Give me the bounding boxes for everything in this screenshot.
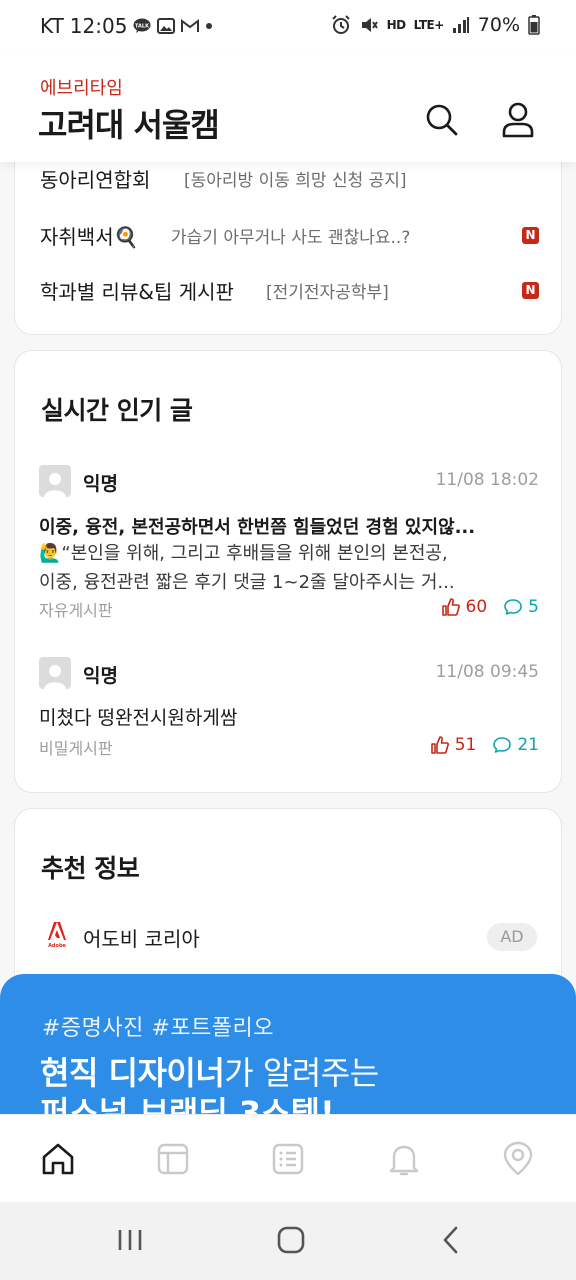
status-bar: KT 12:05 TALK HD LTE+ 70% [0, 0, 576, 56]
post-title: 이중, 융전, 본전공하면서 한번쯤 힘들었던 경험 있지않... [39, 517, 476, 538]
board-row[interactable]: 학과별 리뷰&팁 게시판 [전기전자공학부] N [15, 270, 563, 310]
comment-icon [493, 737, 512, 753]
list-icon[interactable] [268, 1139, 308, 1179]
comment-count: 21 [517, 735, 539, 755]
school-title[interactable]: 고려대 서울캠 [38, 100, 220, 146]
promo-banner[interactable]: #증명사진 #포트폴리오 현직 디자이너가 알려주는 퍼스널 브랜딩 3스텝! [0, 974, 576, 1114]
post-time: 11/08 18:02 [435, 470, 539, 490]
post-time: 11/08 09:45 [435, 662, 539, 682]
banner-subheadline: 퍼스널 브랜딩 3스텝! [40, 1094, 335, 1114]
post-item[interactable]: 익명 11/08 09:45 미쳤다 떵완전시원하게쌈 비밀게시판 51 21 [15, 657, 563, 758]
banner-tags: #증명사진 #포트폴리오 [42, 1016, 275, 1041]
talk-text: TALK [135, 24, 150, 30]
post-title: 미쳤다 떵완전시원하게쌈 [39, 707, 238, 729]
comment-count-group: 5 [503, 597, 539, 617]
back-icon[interactable] [436, 1224, 468, 1256]
section-title: 추천 정보 [41, 854, 140, 883]
recent-apps-icon[interactable] [114, 1224, 146, 1256]
campus-pick-icon[interactable] [498, 1139, 538, 1179]
post-body-line: 이중, 융전관련 짧은 후기 댓글 1~2줄 달아주시는 거... [39, 572, 455, 593]
system-nav-bar [0, 1202, 576, 1280]
network-label: LTE+ [413, 18, 445, 32]
banner-headline-strong: 현직 디자이너 [40, 1054, 225, 1092]
board-name: 동아리연합회 [40, 167, 151, 192]
mute-icon [361, 18, 378, 32]
clock: 12:05 [69, 14, 128, 38]
section-title: 실시간 인기 글 [41, 396, 193, 425]
post-board: 자유게시판 [39, 601, 113, 620]
search-icon[interactable] [422, 100, 462, 140]
avatar-placeholder-icon [44, 473, 66, 497]
home-button-icon[interactable] [275, 1224, 307, 1256]
like-count: 51 [454, 735, 477, 755]
post-body-line: 🙋‍♂️“본인을 위해, 그리고 후배들을 위해 본인의 본전공, [39, 543, 448, 564]
signal-icon [452, 17, 469, 33]
status-bar-right: HD LTE+ 70% [331, 14, 540, 36]
board-preview: [전기전자공학부] [266, 282, 389, 303]
post-board: 비밀게시판 [39, 739, 113, 758]
new-badge: N [522, 226, 539, 244]
board-list-card: 동아리연합회 [동아리방 이동 희망 신청 공지] 자취백서🍳 가습기 아무거나… [14, 140, 562, 335]
app-header: 에브리타임 고려대 서울캠 [0, 56, 576, 162]
post-author: 익명 [83, 665, 118, 687]
comment-icon [504, 599, 522, 615]
brand-label: 에브리타임 [40, 78, 123, 99]
post-author: 익명 [83, 473, 118, 495]
board-row[interactable]: 자취백서🍳 가습기 아무거나 사도 괜찮나요..? N [15, 215, 563, 255]
post-stats: 51 21 [430, 735, 539, 755]
notification-dot-icon [206, 23, 213, 29]
like-count-group: 51 [430, 735, 477, 755]
avatar [39, 657, 71, 689]
banner-headline-rest: 가 알려주는 [224, 1054, 379, 1092]
battery-icon [528, 15, 540, 35]
board-name: 학과별 리뷰&팁 게시판 [40, 279, 234, 304]
avatar [39, 465, 71, 497]
board-preview: 가습기 아무거나 사도 괜찮나요..? [171, 227, 411, 248]
recommend-name[interactable]: 어도비 코리아 [83, 923, 200, 952]
like-count: 60 [465, 597, 488, 617]
alarm-icon [331, 15, 350, 34]
post-body: 🙋‍♂️“본인을 위해, 그리고 후배들을 위해 본인의 본전공, 이중, 융전… [39, 539, 539, 597]
avatar-placeholder-icon [44, 665, 66, 689]
bottom-nav [0, 1114, 576, 1202]
board-row[interactable]: 동아리연합회 [동아리방 이동 희망 신청 공지] [15, 158, 563, 198]
home-icon[interactable] [38, 1139, 78, 1179]
post-item[interactable]: 익명 11/08 18:02 이중, 융전, 본전공하면서 한번쯤 힘들었던 경… [15, 461, 563, 621]
post-stats: 60 5 [441, 597, 539, 617]
battery-label: 70% [477, 14, 520, 36]
status-bar-left: KT 12:05 TALK [40, 14, 213, 38]
board-preview: [동아리방 이동 희망 신청 공지] [184, 170, 407, 191]
comment-count: 5 [528, 597, 539, 617]
hd-label: HD [386, 18, 407, 32]
thumbs-up-icon [441, 598, 460, 616]
comment-count-group: 21 [492, 735, 539, 755]
thumbs-up-icon [430, 736, 449, 754]
adobe-logo-text: Adobe [48, 943, 66, 949]
kakaotalk-icon: TALK [133, 18, 151, 33]
carrier-label: KT [40, 14, 64, 38]
like-count-group: 60 [441, 597, 488, 617]
new-badge: N [522, 281, 539, 299]
bell-icon[interactable] [384, 1139, 424, 1179]
ad-badge: AD [487, 923, 537, 951]
adobe-logo-icon: Adobe [48, 922, 67, 949]
gmail-icon [181, 19, 200, 32]
gallery-icon [157, 18, 176, 34]
user-icon[interactable] [498, 100, 538, 140]
board-name: 자취백서🍳 [40, 224, 139, 249]
board-icon[interactable] [153, 1139, 193, 1179]
hot-posts-card: 실시간 인기 글 익명 11/08 18:02 이중, 융전, 본전공하면서 한… [14, 350, 562, 793]
